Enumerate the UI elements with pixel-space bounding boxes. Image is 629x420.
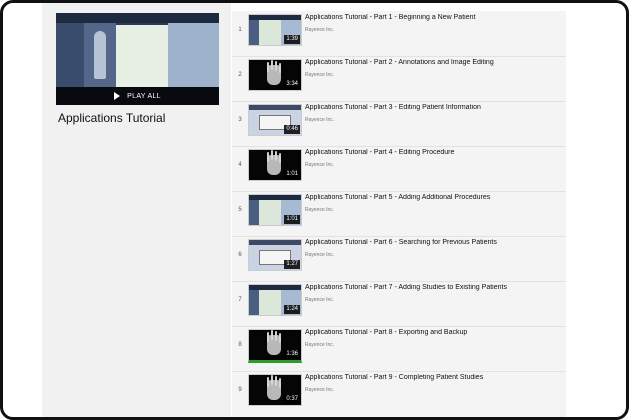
- play-icon: [114, 92, 121, 100]
- channel-name[interactable]: Rayence Inc.: [305, 387, 334, 393]
- duration-badge: 1:24: [284, 305, 300, 314]
- channel-name[interactable]: Rayence Inc.: [305, 162, 334, 168]
- play-all-button[interactable]: PLAY ALL: [56, 87, 219, 105]
- video-row[interactable]: 7 1:24 Applications Tutorial - Part 7 - …: [232, 281, 566, 327]
- duration-badge: 1:39: [284, 35, 300, 44]
- video-thumbnail[interactable]: 1:24: [248, 284, 302, 316]
- video-row[interactable]: 3 0:46 Applications Tutorial - Part 3 - …: [232, 101, 566, 147]
- duration-badge: 3:34: [284, 80, 300, 89]
- thumbnail-grid-pane: [116, 25, 168, 87]
- duration-badge: 1:01: [284, 170, 300, 179]
- thumbnail-side-pane: [168, 23, 219, 87]
- video-title[interactable]: Applications Tutorial - Part 6 - Searchi…: [305, 239, 563, 246]
- video-index: 8: [238, 342, 242, 348]
- video-row[interactable]: 8 1:36 Applications Tutorial - Part 8 - …: [232, 326, 566, 372]
- video-thumbnail[interactable]: 1:01: [248, 149, 302, 181]
- video-thumbnail[interactable]: 1:27: [248, 239, 302, 271]
- video-index: 9: [238, 387, 242, 393]
- channel-name[interactable]: Rayence Inc.: [305, 72, 334, 78]
- video-index: 7: [238, 297, 242, 303]
- video-row[interactable]: 4 1:01 Applications Tutorial - Part 4 - …: [232, 146, 566, 192]
- hand-xray-icon: [267, 335, 281, 355]
- video-thumbnail[interactable]: 1:39: [248, 14, 302, 46]
- video-row[interactable]: 9 0:37 Applications Tutorial - Part 9 - …: [232, 371, 566, 416]
- duration-badge: 1:01: [284, 215, 300, 224]
- hand-xray-icon: [267, 380, 281, 400]
- hand-xray-icon: [267, 65, 281, 85]
- thumbnail-nav-pane: [56, 23, 84, 87]
- video-row[interactable]: 6 1:27 Applications Tutorial - Part 6 - …: [232, 236, 566, 282]
- video-index: 3: [238, 117, 242, 123]
- duration-badge: 1:36: [284, 350, 300, 359]
- video-title[interactable]: Applications Tutorial - Part 9 - Complet…: [305, 374, 563, 381]
- video-list: 1 1:39 Applications Tutorial - Part 1 - …: [232, 11, 566, 417]
- duration-badge: 1:27: [284, 260, 300, 269]
- hand-xray-icon: [267, 155, 281, 175]
- channel-name[interactable]: Rayence Inc.: [305, 342, 334, 348]
- video-title[interactable]: Applications Tutorial - Part 5 - Adding …: [305, 194, 563, 201]
- channel-name[interactable]: Rayence Inc.: [305, 207, 334, 213]
- video-thumbnail[interactable]: 1:36: [248, 329, 302, 363]
- channel-name[interactable]: Rayence Inc.: [305, 27, 334, 33]
- video-thumbnail[interactable]: 3:34: [248, 59, 302, 91]
- duration-badge: 0:46: [284, 125, 300, 134]
- thumbnail-titlebar: [56, 13, 219, 23]
- channel-name[interactable]: Rayence Inc.: [305, 117, 334, 123]
- playlist-thumbnail[interactable]: PLAY ALL: [56, 13, 219, 105]
- video-row[interactable]: 2 3:34 Applications Tutorial - Part 2 - …: [232, 56, 566, 102]
- playlist-sidebar: PLAY ALL Applications Tutorial: [42, 3, 231, 417]
- channel-name[interactable]: Rayence Inc.: [305, 252, 334, 258]
- video-row[interactable]: 5 1:01 Applications Tutorial - Part 5 - …: [232, 191, 566, 237]
- video-index: 4: [238, 162, 242, 168]
- video-title[interactable]: Applications Tutorial - Part 3 - Editing…: [305, 104, 563, 111]
- video-index: 1: [238, 27, 242, 33]
- video-thumbnail[interactable]: 1:01: [248, 194, 302, 226]
- video-title[interactable]: Applications Tutorial - Part 8 - Exporti…: [305, 329, 563, 336]
- playlist-title[interactable]: Applications Tutorial: [58, 111, 165, 125]
- channel-name[interactable]: Rayence Inc.: [305, 297, 334, 303]
- video-title[interactable]: Applications Tutorial - Part 2 - Annotat…: [305, 59, 563, 66]
- video-index: 2: [238, 72, 242, 78]
- video-thumbnail[interactable]: 0:37: [248, 374, 302, 406]
- video-row[interactable]: 1 1:39 Applications Tutorial - Part 1 - …: [232, 11, 566, 57]
- playlist-window: PLAY ALL Applications Tutorial 1 1:39 Ap…: [0, 0, 629, 420]
- duration-badge: 0:37: [284, 395, 300, 404]
- video-title[interactable]: Applications Tutorial - Part 7 - Adding …: [305, 284, 563, 291]
- video-title[interactable]: Applications Tutorial - Part 1 - Beginni…: [305, 14, 563, 21]
- body-figure-icon: [94, 31, 106, 79]
- video-title[interactable]: Applications Tutorial - Part 4 - Editing…: [305, 149, 563, 156]
- video-thumbnail[interactable]: 0:46: [248, 104, 302, 136]
- play-all-label: PLAY ALL: [127, 92, 161, 100]
- video-index: 6: [238, 252, 242, 258]
- video-index: 5: [238, 207, 242, 213]
